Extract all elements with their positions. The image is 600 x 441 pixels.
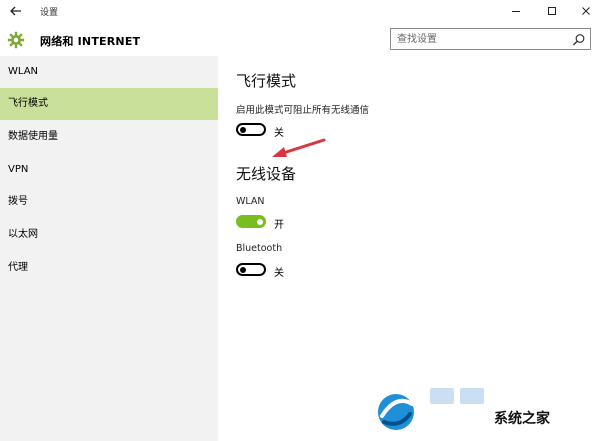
search-box[interactable] — [390, 28, 591, 50]
wlan-toggle[interactable] — [236, 215, 266, 228]
sidebar-item-data-usage[interactable]: 数据使用量 — [0, 121, 218, 153]
main-content: 飞行模式 启用此模式可阻止所有无线通信 关 无线设备 WLAN 开 Blueto… — [218, 56, 600, 441]
back-arrow-icon[interactable] — [8, 3, 24, 19]
title-bar: 设置 — [0, 0, 600, 24]
sidebar-item-proxy[interactable]: 代理 — [0, 252, 218, 284]
watermark-text: 系统之家 — [494, 411, 550, 427]
toggle-knob — [257, 218, 263, 225]
airplane-mode-toggle[interactable] — [236, 123, 266, 136]
search-input[interactable] — [391, 29, 569, 49]
gear-icon — [7, 31, 25, 49]
watermark: 系统之家 — [370, 386, 600, 441]
sidebar-item-airplane-mode[interactable]: 飞行模式 — [0, 88, 218, 120]
app-header: 网络和 INTERNET — [0, 24, 600, 56]
wireless-devices-heading: 无线设备 — [236, 165, 297, 183]
sidebar: WLAN 飞行模式 数据使用量 VPN 拨号 以太网 代理 — [0, 56, 218, 441]
sidebar-item-wlan[interactable]: WLAN — [0, 56, 218, 88]
toggle-knob — [240, 126, 246, 133]
close-icon[interactable] — [578, 3, 594, 19]
bluetooth-device-label: Bluetooth — [236, 243, 283, 254]
minimize-icon[interactable] — [508, 3, 524, 19]
sidebar-item-vpn[interactable]: VPN — [0, 154, 218, 186]
toggle-knob — [240, 266, 246, 273]
watermark-logo-icon — [374, 390, 418, 434]
page-title: 网络和 INTERNET — [40, 35, 141, 48]
sidebar-item-ethernet[interactable]: 以太网 — [0, 219, 218, 251]
sidebar-item-dialup[interactable]: 拨号 — [0, 186, 218, 218]
window-title: 设置 — [40, 8, 59, 18]
search-icon[interactable] — [572, 32, 586, 46]
bluetooth-state: 关 — [274, 268, 284, 279]
airplane-mode-description: 启用此模式可阻止所有无线通信 — [236, 105, 370, 116]
annotation-arrow-icon — [270, 138, 330, 160]
maximize-icon[interactable] — [544, 3, 560, 19]
bluetooth-toggle[interactable] — [236, 263, 266, 276]
airplane-mode-heading: 飞行模式 — [236, 72, 297, 90]
airplane-mode-state: 关 — [274, 128, 284, 139]
wlan-device-label: WLAN — [236, 196, 265, 207]
watermark-faded-text-icon — [430, 384, 490, 411]
wlan-state: 开 — [274, 220, 284, 231]
